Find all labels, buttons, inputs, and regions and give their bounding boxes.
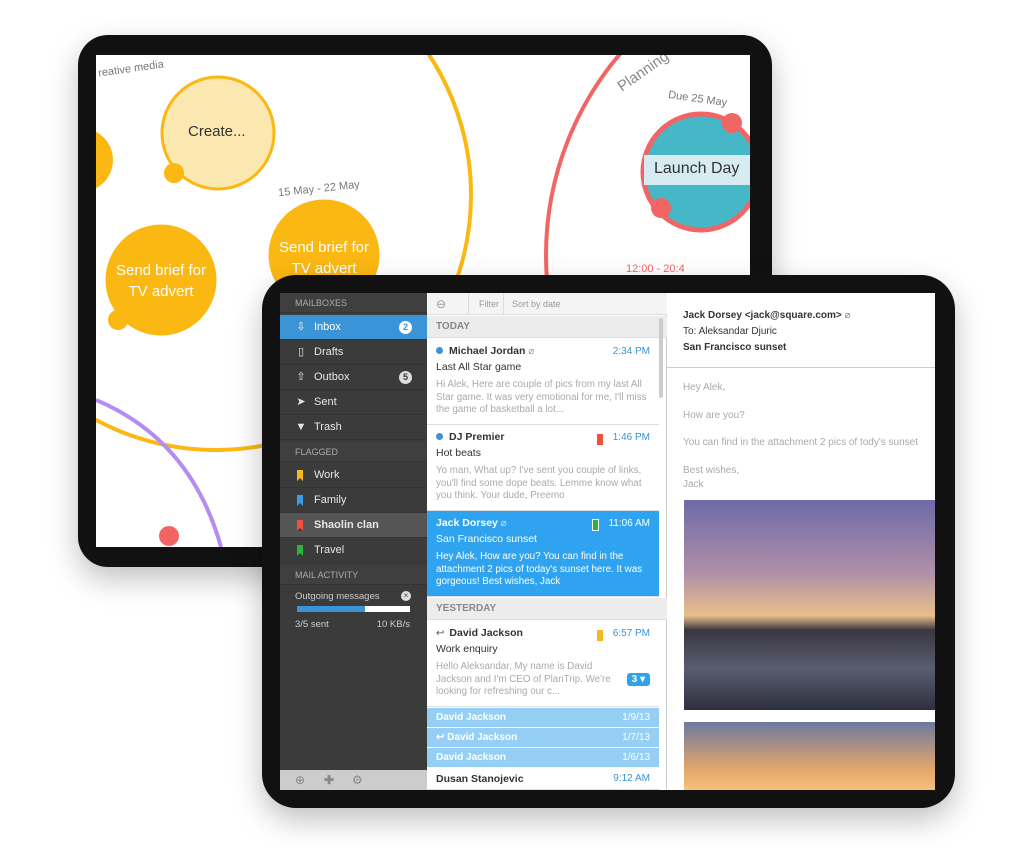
bookmark-icon bbox=[297, 545, 303, 556]
message-item[interactable]: Michael Jordan ⌀ 2:34 PM Last All Star g… bbox=[427, 339, 659, 425]
message-header: Jack Dorsey <jack@square.com> ⌀ To: Alek… bbox=[667, 293, 935, 368]
sidebar-item-shaolin-clan[interactable]: Shaolin clan bbox=[280, 513, 427, 538]
sidebar: MAILBOXES ⇩ Inbox 2 ▯ Drafts ⇧ Outbox 5 ➤ Sent… bbox=[280, 293, 427, 790]
node-left[interactable] bbox=[96, 128, 113, 192]
inbox-icon: ⇩ bbox=[296, 321, 306, 333]
message-item[interactable]: Dusan Stanojevic 9:12 AM bbox=[427, 768, 659, 790]
outgoing-progress-fill bbox=[297, 606, 365, 612]
sidebar-item-inbox[interactable]: ⇩ Inbox 2 bbox=[280, 315, 427, 340]
back-icon[interactable]: ⊖ bbox=[436, 293, 446, 315]
sender: Jack Dorsey <jack@square.com> ⌀ bbox=[683, 310, 851, 321]
paperclip-icon: ⌀ bbox=[844, 310, 851, 321]
list-toolbar: ⊖ Filter Sort by date bbox=[427, 293, 667, 315]
node-create-label: Create... bbox=[188, 123, 246, 140]
paper-plane-icon: ➤ bbox=[296, 396, 306, 408]
sidebar-item-outbox[interactable]: ⇧ Outbox 5 bbox=[280, 365, 427, 390]
lightning-badge bbox=[159, 526, 179, 546]
attachment-image-skyline[interactable] bbox=[684, 500, 935, 710]
bookmark-icon bbox=[592, 519, 599, 531]
node-brief-2-label: Send brief for TV advert bbox=[278, 239, 370, 277]
thread-count-button[interactable]: 3 ▾ bbox=[626, 673, 650, 686]
filter-button[interactable]: Filter bbox=[468, 293, 499, 315]
message-list: ⊖ Filter Sort by date TODAY Michael Jord… bbox=[427, 293, 667, 790]
document-icon: ▯ bbox=[297, 346, 305, 358]
today-header: TODAY bbox=[427, 316, 667, 338]
group-ring-purple bbox=[96, 398, 223, 547]
thread-item[interactable]: David Jackson 1/9/13 bbox=[427, 708, 659, 727]
time-range-label: 12:00 - 20:4 bbox=[626, 263, 685, 275]
attach-badge bbox=[164, 163, 184, 183]
outgoing-title: Outgoing messages bbox=[295, 591, 380, 602]
sidebar-item-work[interactable]: Work bbox=[280, 463, 427, 488]
bookmark-icon bbox=[597, 630, 603, 641]
sidebar-item-drafts[interactable]: ▯ Drafts bbox=[280, 340, 427, 365]
scrollbar[interactable] bbox=[659, 318, 663, 398]
yesterday-header: YESTERDAY bbox=[427, 598, 667, 620]
attach-badge bbox=[108, 310, 128, 330]
flagged-header: FLAGGED bbox=[280, 442, 427, 462]
activity-header: MAIL ACTIVITY bbox=[280, 565, 427, 585]
paperclip-icon: ⌀ bbox=[500, 518, 507, 529]
outbox-badge: 5 bbox=[399, 371, 412, 384]
paperclip-icon: ⌀ bbox=[528, 346, 535, 357]
attachment-image-sunset[interactable] bbox=[684, 722, 935, 790]
add-icon[interactable]: ✚ bbox=[324, 770, 334, 790]
message-item[interactable]: DJ Premier 1:46 PM Hot beats Yo man, Wha… bbox=[427, 425, 659, 511]
thread-item[interactable]: David Jackson 1/6/13 bbox=[427, 748, 659, 767]
bookmark-icon bbox=[297, 520, 303, 531]
unread-dot bbox=[436, 433, 443, 440]
gear-icon[interactable]: ⚙ bbox=[352, 770, 363, 790]
upload-icon[interactable]: ⊕ bbox=[295, 770, 305, 790]
outgoing-progress bbox=[297, 606, 410, 612]
inbox-badge: 2 bbox=[399, 321, 412, 334]
unread-dot bbox=[436, 347, 443, 354]
trash-icon: ▼ bbox=[295, 421, 307, 433]
mailboxes-header: MAILBOXES bbox=[280, 293, 427, 313]
transfer-speed: 10 KB/s bbox=[376, 619, 410, 630]
flag-badge bbox=[722, 113, 742, 133]
reply-icon: ↩ bbox=[436, 628, 445, 639]
sort-button[interactable]: Sort by date bbox=[503, 293, 561, 315]
message-item[interactable]: ↩ David Jackson 6:57 PM Work enquiry Hell… bbox=[427, 621, 659, 707]
thread-item[interactable]: ↩ David Jackson 1/7/13 bbox=[427, 728, 659, 747]
reply-icon: ↩ bbox=[436, 732, 448, 743]
subject: San Francisco sunset bbox=[683, 342, 787, 353]
message-item-selected[interactable]: Jack Dorsey ⌀ 11:06 AM San Francisco sun… bbox=[427, 511, 659, 597]
node-brief-1-label: Send brief for TV advert bbox=[115, 262, 207, 300]
outbox-icon: ⇧ bbox=[296, 371, 306, 383]
sidebar-item-family[interactable]: Family bbox=[280, 488, 427, 513]
mail-app: MAILBOXES ⇩ Inbox 2 ▯ Drafts ⇧ Outbox 5 ➤ Sent… bbox=[280, 293, 935, 790]
launch-day-label: Launch Day bbox=[654, 160, 740, 177]
bookmark-icon bbox=[297, 495, 303, 506]
bookmark-icon bbox=[297, 470, 303, 481]
sidebar-item-trash[interactable]: ▼ Trash bbox=[280, 415, 427, 440]
close-icon[interactable]: × bbox=[401, 591, 411, 601]
message-detail: Jack Dorsey <jack@square.com> ⌀ To: Alek… bbox=[667, 293, 935, 790]
recipient: To: Aleksandar Djuric bbox=[683, 326, 777, 337]
sent-count: 3/5 sent bbox=[295, 619, 329, 630]
bookmark-icon bbox=[597, 434, 603, 445]
sidebar-toolbar: ⊕ ✚ ⚙ bbox=[280, 770, 427, 790]
sidebar-item-travel[interactable]: Travel bbox=[280, 538, 427, 563]
sidebar-item-sent[interactable]: ➤ Sent bbox=[280, 390, 427, 415]
attach-badge bbox=[651, 198, 671, 218]
